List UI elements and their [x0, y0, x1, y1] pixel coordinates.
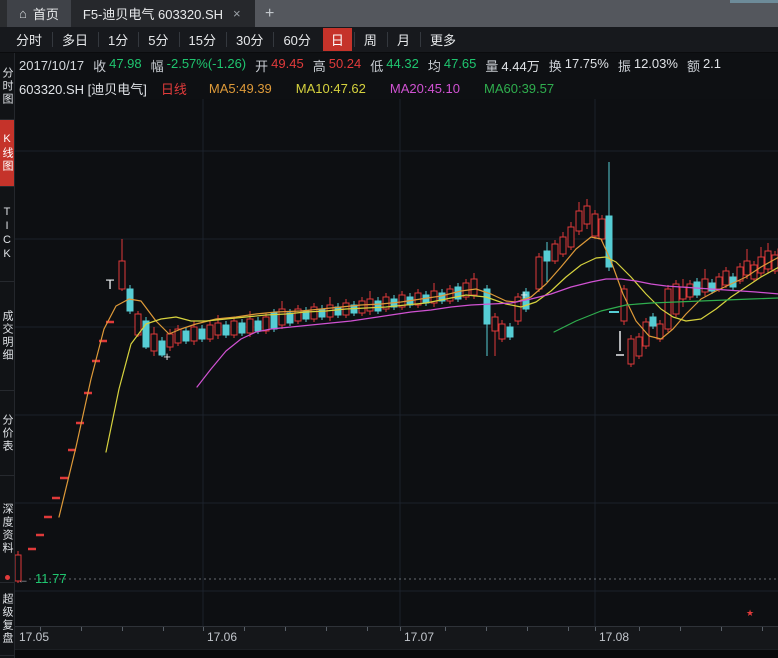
- x-axis-tick: [203, 627, 204, 631]
- quote-field: 均47.65: [428, 56, 477, 75]
- x-axis-tick: [163, 627, 164, 631]
- home-icon: ⌂: [19, 7, 27, 20]
- sidebar-item-超级复盘[interactable]: 超级复盘: [0, 583, 14, 656]
- svg-text:★: ★: [746, 608, 754, 618]
- stock-app-window: ⌂ 首页 F5-迪贝电气 603320.SH × + 分时多日1分5分15分30…: [0, 0, 778, 658]
- x-axis-tick: [81, 627, 82, 631]
- quote-info-bar: 2017/10/17 收47.98 幅-2.57%(-1.26) 开49.45 高50…: [15, 53, 778, 77]
- period-label: 日线: [161, 79, 187, 98]
- ma-legend-undefined: MA5:49.39: [209, 81, 272, 96]
- quote-field: 量4.44万: [485, 56, 539, 75]
- ma-legend-bar: 603320.SH [迪贝电气] 日线 MA5:49.39MA10:47.62M…: [15, 77, 778, 99]
- tab-close-icon[interactable]: ×: [231, 6, 243, 21]
- timeframe-日[interactable]: 日: [323, 28, 352, 51]
- x-axis-tick: [445, 627, 446, 631]
- sidebar-alert-dot: [5, 575, 10, 580]
- main-row: 分时图K线图TICK成交明细分价表深度资料超级复盘 2017/10/17 收47…: [0, 53, 778, 658]
- x-axis-tick: [762, 627, 763, 631]
- quote-field: 额2.1: [687, 56, 721, 75]
- timeframe-更多[interactable]: 更多: [420, 28, 466, 51]
- sidebar-item-K线图[interactable]: K线图: [0, 120, 14, 187]
- timeframe-多日[interactable]: 多日: [52, 28, 98, 51]
- x-axis-tick: [285, 627, 286, 631]
- symbol-label: 603320.SH [迪贝电气]: [19, 79, 147, 98]
- x-axis-label-17.08: 17.08: [599, 630, 629, 644]
- ma-legend-undefined: MA20:45.10: [390, 81, 460, 96]
- x-axis-tick: [400, 627, 401, 631]
- timeframe-分时[interactable]: 分时: [6, 28, 52, 51]
- x-axis-tick: [568, 627, 569, 631]
- timeframe-5分[interactable]: 5分: [138, 28, 178, 51]
- quote-field: 低44.32: [370, 56, 419, 75]
- x-axis-tick: [527, 627, 528, 631]
- svg-text:+: +: [163, 349, 171, 364]
- tabbar-left-edge: [0, 0, 7, 27]
- timeframe-月[interactable]: 月: [387, 28, 420, 51]
- quote-field: 开49.45: [255, 56, 304, 75]
- tab-home[interactable]: ⌂ 首页: [7, 0, 71, 27]
- tab-active-label: F5-迪贝电气 603320.SH: [83, 4, 223, 23]
- ma-values: MA5:49.39 MA10:47.62 MA20:45.10 MA60:39.57: [209, 81, 554, 96]
- x-axis-tick: [595, 627, 596, 631]
- x-axis-label-17.06: 17.06: [207, 630, 237, 644]
- sidebar-item-分时图[interactable]: 分时图: [0, 53, 14, 120]
- timeframe-30分[interactable]: 30分: [226, 28, 273, 51]
- candlestick-chart[interactable]: ←11.77T++★: [15, 99, 778, 629]
- ma-legend-undefined: MA60:39.57: [484, 81, 554, 96]
- quote-field: 换17.75%: [549, 56, 609, 75]
- x-axis-label-17.07: 17.07: [404, 630, 434, 644]
- x-axis-tick: [639, 627, 640, 631]
- new-tab-button[interactable]: +: [255, 0, 285, 27]
- left-sidebar: 分时图K线图TICK成交明细分价表深度资料超级复盘: [0, 53, 15, 658]
- tab-active-stock[interactable]: F5-迪贝电气 603320.SH ×: [71, 0, 255, 27]
- quote-field: 幅-2.57%(-1.26): [151, 56, 247, 75]
- tab-home-label: 首页: [33, 4, 59, 23]
- bottom-strip: [15, 649, 778, 658]
- sidebar-item-分价表[interactable]: 分价表: [0, 391, 14, 476]
- chart-area[interactable]: ←11.77T++★: [15, 99, 778, 626]
- x-axis-tick: [680, 627, 681, 631]
- x-axis-tick: [122, 627, 123, 631]
- svg-text:+: +: [520, 287, 528, 302]
- x-axis-tick: [244, 627, 245, 631]
- x-axis-tick: [40, 627, 41, 631]
- x-axis-label-17.05: 17.05: [19, 630, 49, 644]
- quote-field: 高50.24: [313, 56, 362, 75]
- window-corner-accent: [730, 0, 778, 3]
- x-axis-tick: [721, 627, 722, 631]
- ma-legend-undefined: MA10:47.62: [296, 81, 366, 96]
- timeframe-60分[interactable]: 60分: [273, 28, 320, 51]
- svg-text:11.77: 11.77: [35, 571, 67, 586]
- svg-text:T: T: [106, 276, 115, 292]
- x-axis-tick: [486, 627, 487, 631]
- timeframe-15分[interactable]: 15分: [179, 28, 226, 51]
- x-axis-tick: [367, 627, 368, 631]
- quote-date: 2017/10/17: [19, 58, 84, 73]
- timeframe-toolbar: 分时多日1分5分15分30分60分日周月更多: [0, 27, 778, 53]
- x-axis-strip: 17.05 17.06 17.07 17.08: [15, 626, 778, 649]
- sidebar-item-深度资料[interactable]: 深度资料: [0, 476, 14, 583]
- timeframe-周[interactable]: 周: [354, 28, 387, 51]
- x-axis-tick: [326, 627, 327, 631]
- quote-field: 振12.03%: [618, 56, 678, 75]
- tab-bar: ⌂ 首页 F5-迪贝电气 603320.SH × +: [0, 0, 778, 27]
- quote-fields: 收47.98 幅-2.57%(-1.26) 开49.45 高50.24 低44.32 均4…: [93, 56, 721, 75]
- sidebar-item-TICK[interactable]: TICK: [0, 187, 14, 282]
- quote-field: 收47.98: [93, 56, 142, 75]
- sidebar-item-成交明细[interactable]: 成交明细: [0, 282, 14, 391]
- timeframe-1分[interactable]: 1分: [98, 28, 138, 51]
- right-column: 2017/10/17 收47.98 幅-2.57%(-1.26) 开49.45 高50…: [15, 53, 778, 658]
